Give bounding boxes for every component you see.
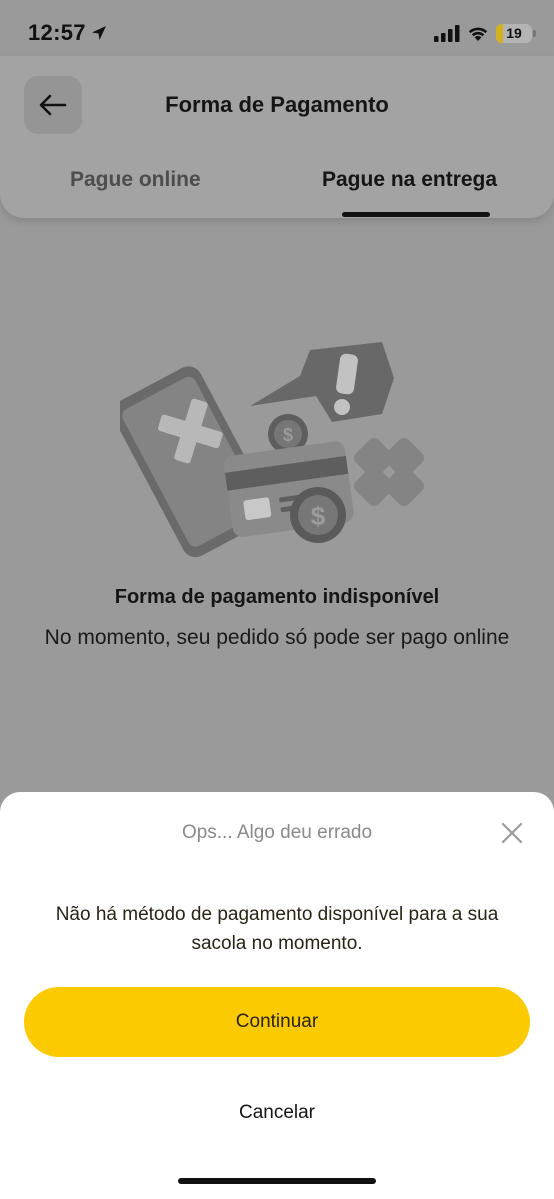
tab-pague-na-entrega[interactable]: Pague na entrega: [322, 168, 497, 192]
home-indicator: [178, 1178, 376, 1184]
svg-text:$: $: [311, 501, 326, 531]
sheet-message: Não há método de pagamento disponível pa…: [55, 904, 499, 954]
battery-level-text: 19: [506, 25, 522, 41]
empty-state-title: Forma de pagamento indisponível: [114, 586, 440, 608]
payment-unavailable-illustration: $ $: [120, 342, 425, 558]
continue-button[interactable]: Continuar: [24, 987, 530, 1057]
tab-pague-online[interactable]: Pague online: [70, 168, 201, 192]
status-bar: 12:57 19: [0, 0, 554, 64]
empty-state-description: No momento, seu pedido só pode ser pago …: [44, 626, 510, 649]
sheet-title: Ops... Algo deu errado: [181, 822, 373, 843]
wifi-icon: [468, 27, 488, 41]
status-time: 12:57: [28, 20, 86, 45]
error-bottom-sheet: Ops... Algo deu errado Não há método de …: [0, 792, 554, 1199]
location-arrow-icon: [92, 26, 106, 40]
battery-tip: [533, 30, 536, 37]
close-icon[interactable]: [500, 821, 524, 845]
battery-charging-icon: 19: [496, 24, 532, 43]
svg-text:$: $: [283, 425, 293, 445]
signal-icon: [434, 25, 460, 42]
page-title: Forma de Pagamento: [165, 92, 389, 117]
header: Forma de Pagamento Pague online Pague na…: [0, 56, 554, 218]
active-tab-indicator: [342, 212, 490, 217]
cancel-button[interactable]: Cancelar: [0, 1102, 554, 1124]
